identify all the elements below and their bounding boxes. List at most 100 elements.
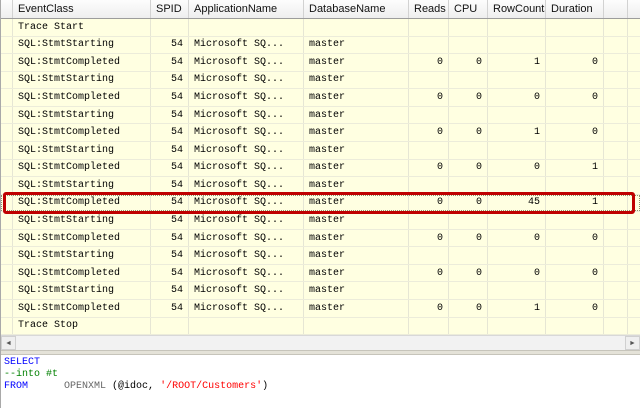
cell-gutter: [1, 194, 13, 212]
cell-filler: [604, 124, 628, 141]
profiler-trace-window: EventClass SPID ApplicationName DatabaseNam…: [0, 0, 640, 408]
cell-filler: [604, 177, 628, 194]
cell-duration: 0: [546, 54, 604, 71]
cell-filler: [604, 71, 628, 89]
trace-row[interactable]: SQL:StmtStarting 54 Microsoft SQ... master: [1, 282, 640, 300]
cell-db: master: [304, 177, 409, 194]
column-header-db[interactable]: DatabaseName: [304, 0, 409, 18]
cell-app: Microsoft SQ...: [189, 194, 304, 212]
cell-cpu: [449, 317, 488, 335]
cell-event: SQL:StmtCompleted: [13, 300, 151, 317]
cell-event: SQL:StmtCompleted: [13, 124, 151, 141]
cell-reads: [409, 247, 449, 264]
cell-gutter: [1, 36, 13, 54]
cell-duration: [546, 71, 604, 89]
cell-app: Microsoft SQ...: [189, 212, 304, 229]
cell-spid: 54: [151, 36, 189, 54]
cell-cpu: [449, 71, 488, 89]
cell-rowcounts: [488, 282, 546, 299]
column-header-event[interactable]: EventClass: [13, 0, 151, 18]
sql-token-keyword: SELECT: [4, 357, 41, 368]
cell-cpu: 0: [449, 159, 488, 177]
column-header-duration[interactable]: Duration: [546, 0, 604, 18]
trace-row[interactable]: SQL:StmtStarting 54 Microsoft SQ... master: [1, 71, 640, 90]
column-header-reads[interactable]: Reads: [409, 0, 449, 18]
cell-filler2: [628, 142, 640, 159]
cell-event: Trace Start: [13, 19, 151, 36]
sql-token-string: '/ROOT/Customers': [160, 381, 263, 392]
cell-cpu: 0: [449, 264, 488, 282]
trace-row[interactable]: SQL:StmtStarting 54 Microsoft SQ... master: [1, 36, 640, 55]
trace-row[interactable]: Trace Start: [1, 19, 640, 37]
cell-filler: [604, 212, 628, 229]
cell-reads: [409, 177, 449, 194]
cell-event: SQL:StmtStarting: [13, 36, 151, 54]
cell-reads: 0: [409, 194, 449, 212]
sql-text-pane[interactable]: SELECT --into #t FROM OPENXML (@idoc, '/RO…: [1, 355, 640, 408]
cell-rowcounts: 45: [488, 194, 546, 212]
trace-row[interactable]: SQL:StmtCompleted 54 Microsoft SQ... master…: [1, 124, 640, 142]
trace-row[interactable]: SQL:StmtStarting 54 Microsoft SQ... master: [1, 177, 640, 195]
sql-token-keyword: FROM: [4, 381, 29, 392]
trace-row[interactable]: Trace Stop: [1, 317, 640, 336]
trace-row[interactable]: SQL:StmtStarting 54 Microsoft SQ... master: [1, 247, 640, 265]
cell-rowcounts: [488, 212, 546, 229]
trace-row[interactable]: SQL:StmtCompleted 54 Microsoft SQ... master…: [1, 89, 640, 107]
trace-row[interactable]: SQL:StmtStarting 54 Microsoft SQ... master: [1, 106, 640, 125]
cell-rowcounts: 0: [488, 159, 546, 177]
cell-event: SQL:StmtCompleted: [13, 159, 151, 177]
cell-reads: 0: [409, 54, 449, 71]
column-header-spid[interactable]: SPID: [151, 0, 189, 18]
cell-reads: [409, 19, 449, 36]
cell-rowcounts: [488, 36, 546, 54]
horizontal-scrollbar[interactable]: ◄ ►: [1, 335, 640, 350]
cell-event: SQL:StmtStarting: [13, 71, 151, 89]
column-header-filler2[interactable]: [628, 0, 640, 18]
column-header-filler[interactable]: [604, 0, 628, 18]
cell-cpu: 0: [449, 89, 488, 106]
cell-duration: [546, 106, 604, 124]
cell-rowcounts: 0: [488, 89, 546, 106]
column-header-app[interactable]: ApplicationName: [189, 0, 304, 18]
sql-line: --into #t: [4, 369, 640, 381]
trace-row[interactable]: SQL:StmtCompleted 54 Microsoft SQ... master…: [1, 159, 640, 178]
cell-cpu: [449, 106, 488, 124]
cell-spid: [151, 19, 189, 36]
trace-row[interactable]: SQL:StmtCompleted 54 Microsoft SQ... master…: [1, 300, 640, 318]
cell-rowcounts: [488, 317, 546, 335]
scroll-left-icon[interactable]: ◄: [1, 336, 16, 350]
cell-rowcounts: [488, 141, 546, 159]
cell-gutter: [1, 247, 13, 264]
cell-reads: [409, 36, 449, 54]
cell-filler2: [628, 160, 640, 177]
cell-rowcounts: [488, 247, 546, 264]
cell-duration: [546, 141, 604, 159]
cell-reads: 0: [409, 300, 449, 317]
column-header-cpu[interactable]: CPU: [449, 0, 488, 18]
cell-cpu: [449, 36, 488, 54]
cell-app: Microsoft SQ...: [189, 106, 304, 124]
cell-duration: [546, 19, 604, 36]
cell-filler: [604, 282, 628, 299]
cell-app: Microsoft SQ...: [189, 282, 304, 299]
trace-row[interactable]: SQL:StmtCompleted 54 Microsoft SQ... master…: [1, 54, 640, 72]
cell-db: master: [304, 282, 409, 299]
cell-filler2: [628, 265, 640, 282]
trace-row[interactable]: SQL:StmtStarting 54 Microsoft SQ... master: [1, 212, 640, 230]
column-header-rowcounts[interactable]: RowCounts: [488, 0, 546, 18]
scroll-right-icon[interactable]: ►: [625, 336, 640, 350]
scrollbar-track[interactable]: [16, 336, 625, 350]
cell-gutter: [1, 317, 13, 335]
cell-event: SQL:StmtCompleted: [13, 264, 151, 282]
cell-db: master: [304, 194, 409, 212]
cell-filler2: [628, 282, 640, 299]
trace-row[interactable]: SQL:StmtStarting 54 Microsoft SQ... master: [1, 141, 640, 160]
cell-filler: [604, 141, 628, 159]
column-header-gutter[interactable]: [1, 0, 13, 18]
cell-filler2: [628, 177, 640, 194]
trace-row[interactable]: SQL:StmtCompleted 54 Microsoft SQ... master…: [1, 229, 640, 248]
cell-filler2: [628, 247, 640, 264]
trace-row-selected[interactable]: SQL:StmtCompleted 54 Microsoft SQ... master…: [1, 191, 640, 214]
trace-row[interactable]: SQL:StmtCompleted 54 Microsoft SQ... master…: [1, 264, 640, 283]
cell-spid: 54: [151, 229, 189, 247]
